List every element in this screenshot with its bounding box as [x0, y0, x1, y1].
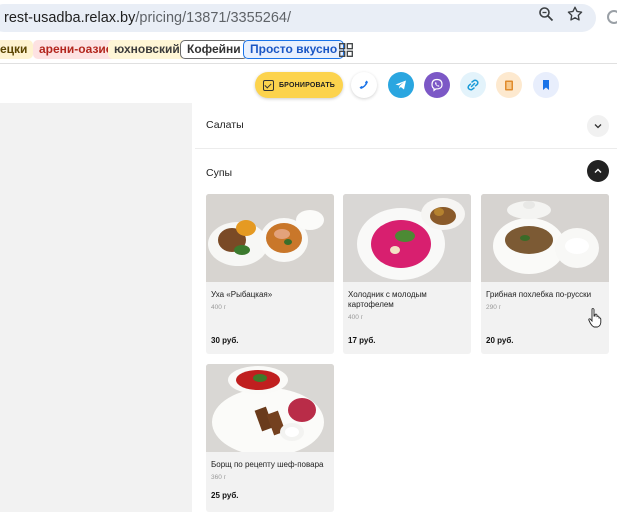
section-title: Супы: [206, 167, 233, 179]
dish-image: [206, 194, 334, 282]
left-pane: [0, 103, 192, 512]
chevron-down-icon: [594, 124, 602, 129]
dish-weight: 360 г: [211, 474, 227, 481]
dish-name: Борщ по рецепту шеф-повара: [211, 460, 324, 469]
book-button-label: БРОНИРОВАТЬ: [278, 81, 336, 89]
address-bar[interactable]: rest-usadba.relax.by/pricing/13871/33552…: [0, 4, 596, 32]
extension-icon[interactable]: [607, 10, 617, 24]
dish-name: Уха «Рыбацкая»: [211, 290, 273, 299]
bookmark-item[interactable]: Просто вкусно: [243, 40, 345, 59]
dish-weight: 400 г: [211, 304, 227, 311]
expand-salads-button[interactable]: [587, 115, 609, 137]
dish-price: 20 руб.: [486, 336, 514, 345]
dish-weight: 400 г: [348, 314, 364, 321]
dish-price: 17 руб.: [348, 336, 376, 345]
bookmark-icon: [543, 80, 549, 90]
dish-image: [481, 194, 609, 282]
share-link-button[interactable]: [460, 72, 486, 98]
calendar-check-icon: [262, 79, 274, 91]
collapse-soups-button[interactable]: [587, 160, 609, 182]
link-icon: [467, 79, 479, 91]
url-host: rest-usadba.relax.by: [4, 10, 136, 26]
phone-button[interactable]: [351, 72, 377, 98]
dish-card[interactable]: Грибная похлебка по-русски 290 г 20 руб.: [481, 194, 609, 354]
url-text[interactable]: rest-usadba.relax.by/pricing/13871/33552…: [4, 10, 291, 26]
menu-button[interactable]: [496, 72, 522, 98]
bookmark-item[interactable]: юхновский: [108, 40, 186, 59]
action-toolbar: БРОНИРОВАТЬ: [0, 65, 617, 103]
dish-card[interactable]: Уха «Рыбацкая» 400 г 30 руб.: [206, 194, 334, 354]
dish-card[interactable]: Борщ по рецепту шеф-повара 360 г 25 руб.: [206, 364, 334, 512]
apps-grid-icon[interactable]: [339, 43, 353, 57]
browser-address-row: rest-usadba.relax.by/pricing/13871/33552…: [0, 0, 617, 36]
zoom-icon[interactable]: [538, 6, 554, 22]
phone-icon: [359, 80, 368, 89]
book-button[interactable]: БРОНИРОВАТЬ: [255, 72, 343, 98]
dish-image: [343, 194, 471, 282]
dish-price: 30 руб.: [211, 336, 239, 345]
viber-icon: [431, 78, 443, 92]
telegram-button[interactable]: [388, 72, 414, 98]
dish-image: [206, 364, 334, 452]
save-bookmark-button[interactable]: [533, 72, 559, 98]
url-path: /pricing/13871/3355264/: [135, 10, 291, 26]
dish-card[interactable]: Холодник с молодым картофелем 400 г 17 р…: [343, 194, 471, 354]
section-title: Салаты: [206, 119, 244, 131]
menu-book-icon: [505, 80, 513, 90]
star-icon[interactable]: [566, 5, 584, 23]
dish-weight: 290 г: [486, 304, 502, 311]
dish-name: Холодник с молодым картофелем: [348, 290, 427, 309]
section-soups[interactable]: Супы: [195, 150, 617, 192]
bookmark-item[interactable]: арени-оазис: [33, 40, 119, 59]
dish-name: Грибная похлебка по-русски: [486, 290, 592, 299]
bookmarks-bar: ецки арени-оазис юхновский Кофейни Прост…: [0, 36, 617, 64]
dish-price: 25 руб.: [211, 491, 239, 500]
bookmark-item[interactable]: Кофейни: [180, 40, 248, 59]
page: БРОНИРОВАТЬ Салаты Супы Уха «Рыбацкая» 4…: [0, 65, 617, 512]
hand-cursor-icon: [588, 308, 602, 328]
telegram-icon: [395, 80, 406, 90]
bookmark-item[interactable]: ецки: [0, 40, 34, 59]
viber-button[interactable]: [424, 72, 450, 98]
section-salads[interactable]: Салаты: [195, 103, 617, 149]
chevron-up-icon: [594, 168, 602, 173]
